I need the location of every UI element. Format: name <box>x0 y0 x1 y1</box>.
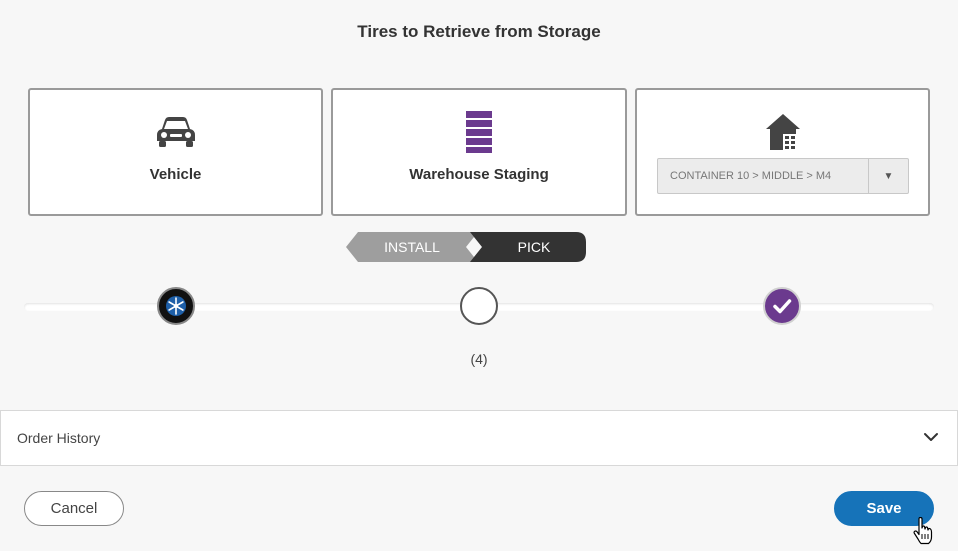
order-history-label: Order History <box>17 430 101 446</box>
pick-toggle[interactable]: PICK <box>482 232 586 262</box>
dialog-title: Tires to Retrieve from Storage <box>357 22 601 41</box>
car-icon <box>30 110 321 154</box>
warehouse-building-icon <box>637 110 928 154</box>
checkmark-icon[interactable] <box>763 287 801 325</box>
storage-location-value: CONTAINER 10 > MIDDLE > M4 <box>670 170 832 182</box>
order-history-accordion[interactable]: Order History <box>0 410 958 466</box>
hand-cursor-icon <box>913 517 933 545</box>
chevron-down-icon[interactable] <box>923 429 939 445</box>
dropdown-arrow-icon[interactable]: ▼ <box>868 159 908 193</box>
winter-tire-icon[interactable] <box>157 287 195 325</box>
cancel-button[interactable]: Cancel <box>24 491 124 526</box>
install-toggle[interactable]: INSTALL <box>358 232 466 262</box>
storage-location-card: CONTAINER 10 > MIDDLE > M4 ▼ <box>635 88 930 216</box>
vehicle-location-card[interactable]: Vehicle <box>28 88 323 216</box>
storage-rack-icon <box>333 110 625 154</box>
warehouse-staging-card[interactable]: Warehouse Staging <box>331 88 627 216</box>
mode-toggle: INSTALL PICK <box>346 232 586 262</box>
warehouse-staging-label: Warehouse Staging <box>409 166 549 183</box>
tire-count: (4) <box>470 351 488 367</box>
storage-location-select[interactable]: CONTAINER 10 > MIDDLE > M4 ▼ <box>657 158 909 194</box>
vehicle-label: Vehicle <box>149 166 202 183</box>
progress-step-staging[interactable] <box>460 287 498 325</box>
